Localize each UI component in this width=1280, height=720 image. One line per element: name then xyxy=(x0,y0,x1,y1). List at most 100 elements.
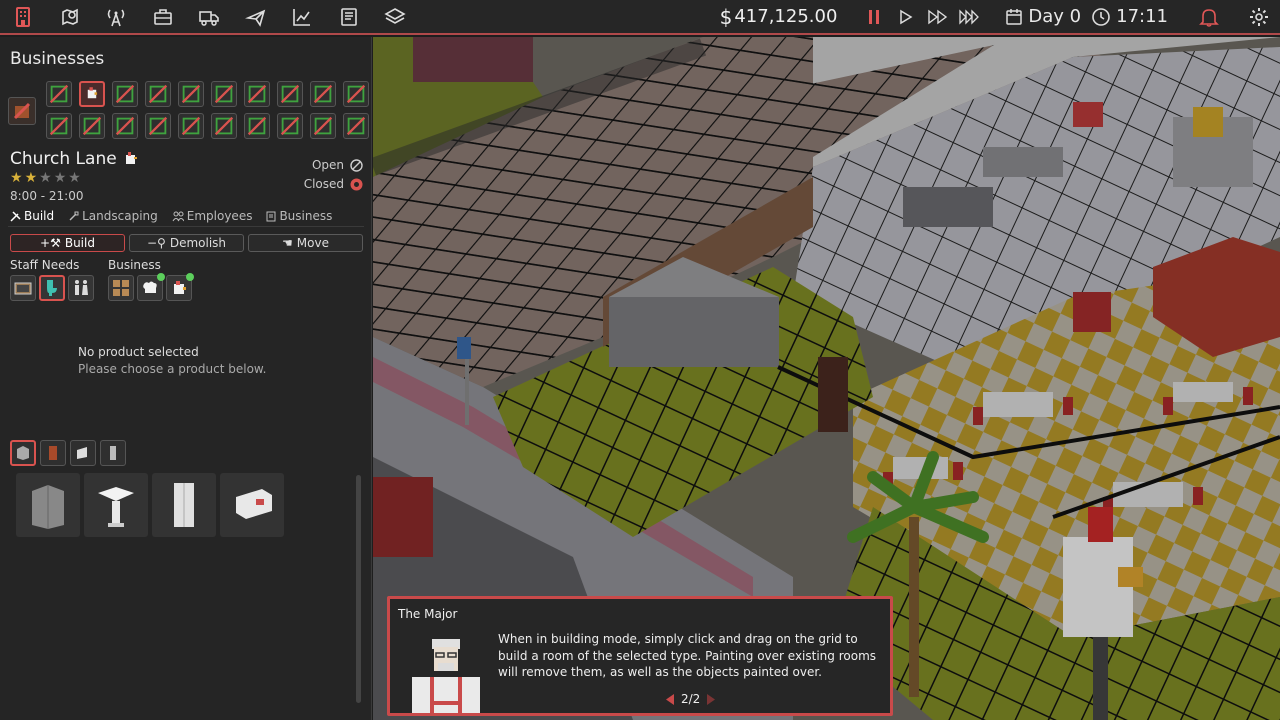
gear-icon xyxy=(1250,7,1268,26)
restaurant-room-button[interactable] xyxy=(166,273,194,301)
play-button[interactable] xyxy=(895,6,917,28)
business-slot-locked[interactable] xyxy=(178,113,204,139)
business-slot-locked[interactable] xyxy=(244,113,270,139)
business-slot-locked[interactable] xyxy=(79,113,105,139)
product-hand-dryer[interactable] xyxy=(220,473,284,537)
locked-business-icon xyxy=(280,84,300,104)
all-businesses-button[interactable] xyxy=(8,97,36,125)
tab-build-label: Build xyxy=(24,209,55,223)
business-slot-locked[interactable] xyxy=(343,113,369,139)
marketing-nav-button[interactable] xyxy=(101,2,131,32)
demolish-tool-button[interactable]: −⚲ Demolish xyxy=(129,234,244,252)
import-nav-button[interactable] xyxy=(241,2,271,32)
category-panels-button[interactable] xyxy=(70,440,96,466)
locked-business-icon xyxy=(247,116,267,136)
business-slot-locked[interactable] xyxy=(178,81,204,107)
demolish-tool-label: Demolish xyxy=(169,236,227,250)
tab-business[interactable]: Business xyxy=(266,209,332,223)
business-slot-locked[interactable] xyxy=(211,81,237,107)
tab-employees[interactable]: Employees xyxy=(172,209,253,223)
fastest-forward-button[interactable] xyxy=(959,6,981,28)
kitchen-room-button[interactable] xyxy=(137,273,165,301)
fastest-forward-icon xyxy=(959,8,980,25)
locked-business-icon xyxy=(346,116,366,136)
build-tool-button[interactable]: +⚒ Build xyxy=(10,234,125,252)
product-locker[interactable] xyxy=(152,473,216,537)
business-slot-locked[interactable] xyxy=(112,113,138,139)
business-slot-locked[interactable] xyxy=(244,81,270,107)
fast-forward-button[interactable] xyxy=(927,6,949,28)
tutorial-dialog: The Major When in building mode, simply … xyxy=(387,596,893,716)
stats-nav-button[interactable] xyxy=(287,2,317,32)
fast-forward-icon xyxy=(928,9,948,24)
tab-landscaping-label: Landscaping xyxy=(82,209,158,223)
business-slot-locked[interactable] xyxy=(277,81,303,107)
notifications-button[interactable] xyxy=(1196,6,1222,28)
next-arrow-icon[interactable] xyxy=(706,693,716,705)
product-sink[interactable] xyxy=(84,473,148,537)
break-room-button[interactable] xyxy=(10,275,36,301)
dialog-text: When in building mode, simply click and … xyxy=(498,632,877,679)
map-nav-button[interactable] xyxy=(55,2,85,32)
tab-build[interactable]: Build xyxy=(10,209,54,223)
business-stack-icon xyxy=(13,102,31,120)
pause-button[interactable] xyxy=(863,6,885,28)
overlays-nav-button[interactable] xyxy=(380,2,410,32)
tab-employees-label: Employees xyxy=(186,209,253,223)
game-window: $ 417,125.00 Day 0 17:11 Businesses Chur… xyxy=(0,0,1280,720)
hr-nav-button[interactable] xyxy=(148,2,178,32)
people-icon xyxy=(172,211,184,221)
build-tool-label: Build xyxy=(64,236,95,250)
settings-button[interactable] xyxy=(1246,6,1272,28)
business-slot-locked[interactable] xyxy=(112,81,138,107)
rating-stars: ★ ★ ★ ★ ★ xyxy=(10,170,81,186)
move-tool-button[interactable]: ☚ Move xyxy=(248,234,363,252)
day-value: Day 0 xyxy=(1028,6,1082,27)
category-appliances-button[interactable] xyxy=(100,440,126,466)
opening-hours: 8:00 - 21:00 xyxy=(10,189,84,203)
tab-landscaping[interactable]: Landscaping xyxy=(68,209,158,223)
category-partitions-button[interactable] xyxy=(10,440,36,466)
minus-wrench-icon: −⚲ xyxy=(146,236,166,250)
open-toggle[interactable]: Open xyxy=(312,158,363,172)
time-display: 17:11 xyxy=(1091,6,1168,27)
businesses-nav-button[interactable] xyxy=(8,2,38,32)
business-slot-locked[interactable] xyxy=(46,81,72,107)
mayor-portrait xyxy=(412,639,480,713)
building-icon xyxy=(16,6,30,27)
previous-arrow-icon[interactable] xyxy=(666,693,675,705)
category-doors-button[interactable] xyxy=(40,440,66,466)
product-toilet-stall[interactable] xyxy=(16,473,80,537)
product-list-scrollbar[interactable] xyxy=(356,475,361,703)
locked-business-icon xyxy=(148,116,168,136)
dialog-pagination: 2/2 xyxy=(666,692,716,706)
day-display[interactable]: Day 0 xyxy=(1005,6,1081,27)
logistics-nav-button[interactable] xyxy=(194,2,224,32)
broadcast-icon xyxy=(107,9,125,26)
product-list xyxy=(16,473,284,537)
play-icon xyxy=(900,9,913,24)
staff-needs-label: Staff Needs xyxy=(10,258,80,272)
business-slot-locked[interactable] xyxy=(211,113,237,139)
restroom-button[interactable] xyxy=(39,275,65,301)
business-slot-locked[interactable] xyxy=(310,81,336,107)
business-slot-church-lane[interactable] xyxy=(79,81,105,107)
book-icon xyxy=(340,7,357,26)
chef-hat-icon xyxy=(143,281,157,293)
business-slot-locked[interactable] xyxy=(145,81,171,107)
locked-business-icon xyxy=(115,84,135,104)
log-nav-button[interactable] xyxy=(334,2,364,32)
business-slot-locked[interactable] xyxy=(310,113,336,139)
build-tools: +⚒ Build −⚲ Demolish ☚ Move xyxy=(10,234,363,252)
business-slot-locked[interactable] xyxy=(145,113,171,139)
money-value: 417,125.00 xyxy=(734,6,838,27)
man-woman-icon xyxy=(75,280,88,295)
closed-toggle[interactable]: Closed xyxy=(304,177,363,191)
storage-room-button[interactable] xyxy=(108,275,134,301)
business-grid xyxy=(46,81,369,139)
changing-room-button[interactable] xyxy=(68,275,94,301)
star-filled-icon: ★ xyxy=(10,170,23,186)
business-slot-locked[interactable] xyxy=(277,113,303,139)
business-slot-locked[interactable] xyxy=(46,113,72,139)
business-slot-locked[interactable] xyxy=(343,81,369,107)
